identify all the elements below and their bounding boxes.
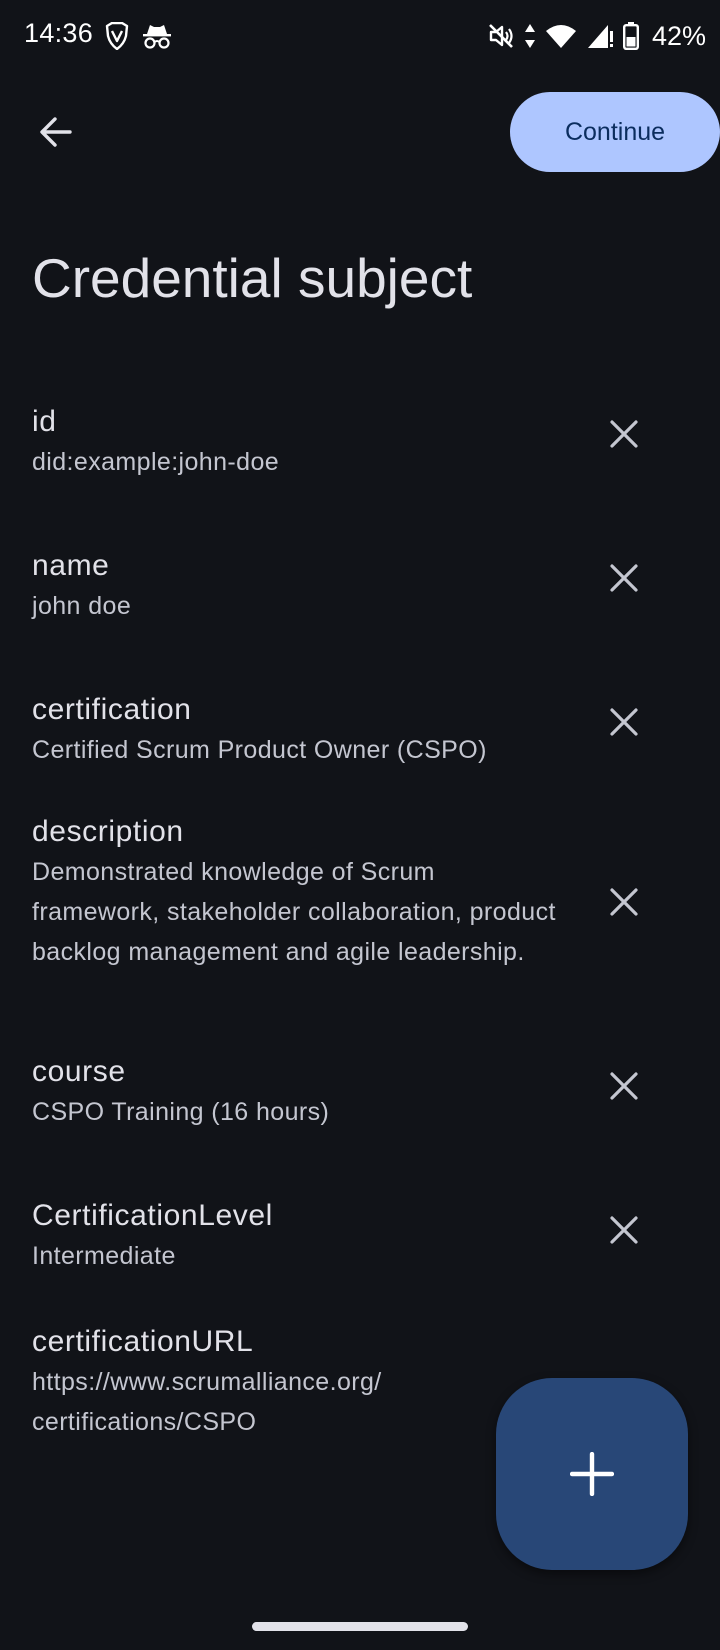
field-key: description xyxy=(32,815,184,848)
brave-icon xyxy=(104,22,130,50)
field-list: id did:example:john-doe name john doe ce… xyxy=(0,390,720,1472)
arrow-back-icon xyxy=(38,114,74,150)
field-row-course: course CSPO Training (16 hours) xyxy=(0,1052,720,1196)
close-icon xyxy=(609,1071,639,1101)
field-value: did:example:john-doe xyxy=(32,448,280,476)
status-right-icons: 42% xyxy=(487,18,706,54)
remove-field-button[interactable] xyxy=(592,546,656,610)
status-left-icons xyxy=(104,20,172,52)
signal-icon xyxy=(586,23,614,49)
field-row-description: description Demonstrated knowledge of Sc… xyxy=(0,804,720,1052)
back-button[interactable] xyxy=(24,100,88,164)
field-key: course xyxy=(32,1055,126,1088)
remove-field-button[interactable] xyxy=(592,870,656,934)
gesture-navigation-bar[interactable] xyxy=(252,1622,468,1631)
mute-vibrate-icon xyxy=(487,22,515,50)
field-row-certificationlevel: CertificationLevel Intermediate xyxy=(0,1196,720,1322)
field-value: Intermediate xyxy=(32,1242,176,1270)
field-value: CSPO Training (16 hours) xyxy=(32,1098,330,1126)
remove-field-button[interactable] xyxy=(592,690,656,754)
continue-button[interactable]: Continue xyxy=(510,92,720,172)
close-icon xyxy=(609,419,639,449)
status-bar: 14:36 42% xyxy=(0,0,720,72)
page-title: Credential subject xyxy=(32,247,473,309)
field-key: CertificationLevel xyxy=(32,1199,273,1232)
battery-icon xyxy=(622,22,639,50)
incognito-icon xyxy=(142,22,172,50)
add-field-fab[interactable] xyxy=(496,1378,688,1570)
remove-field-button[interactable] xyxy=(592,1054,656,1118)
field-row-certification: certification Certified Scrum Product Ow… xyxy=(0,678,720,804)
field-key: certificationURL xyxy=(32,1325,254,1358)
remove-field-button[interactable] xyxy=(592,402,656,466)
field-value: Certified Scrum Product Owner (CSPO) xyxy=(32,736,487,764)
status-time: 14:36 xyxy=(24,18,94,48)
field-row-name: name john doe xyxy=(0,534,720,678)
close-icon xyxy=(609,887,639,917)
battery-percent: 42% xyxy=(651,20,706,51)
close-icon xyxy=(609,563,639,593)
data-arrows-icon xyxy=(524,23,536,49)
field-row-id: id did:example:john-doe xyxy=(0,390,720,534)
field-key: certification xyxy=(32,693,192,726)
add-icon xyxy=(570,1452,614,1496)
remove-field-button[interactable] xyxy=(592,1198,656,1262)
field-key: id xyxy=(32,405,57,438)
field-value: john doe xyxy=(32,592,132,620)
field-value: Demonstrated knowledge of Scrum framewor… xyxy=(32,858,556,966)
close-icon xyxy=(609,707,639,737)
field-key: name xyxy=(32,549,110,582)
close-icon xyxy=(609,1215,639,1245)
wifi-icon xyxy=(545,23,577,49)
field-value: https://www.scrumalliance.org/ certifica… xyxy=(32,1368,382,1436)
